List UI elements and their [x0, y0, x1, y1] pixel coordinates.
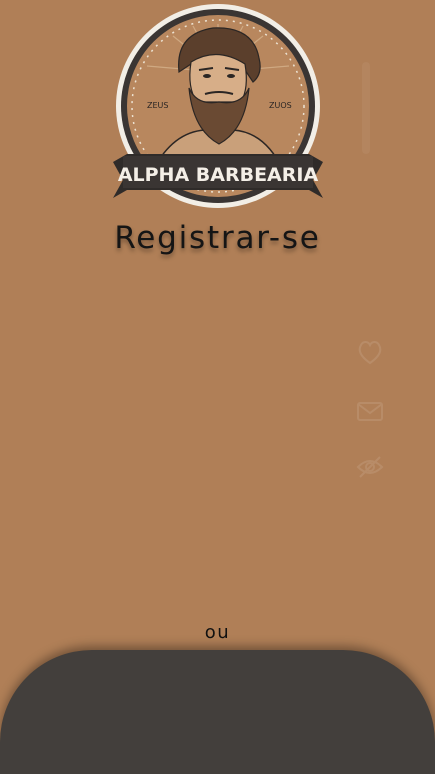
- eye-off-icon: [355, 452, 385, 482]
- alpha-barbearia-logo: ZEUS ZUOS ALPHA BARBEARIA: [113, 2, 323, 214]
- or-separator: ou: [204, 622, 231, 643]
- page-title: Registrar-se: [114, 220, 321, 256]
- svg-text:ZEUS: ZEUS: [147, 101, 168, 110]
- bottom-panel: [0, 650, 435, 774]
- decorative-bar: [362, 62, 370, 154]
- register-screen: ZEUS ZUOS ALPHA BARBEARIA Registrar-se o…: [0, 0, 435, 774]
- svg-text:ZUOS: ZUOS: [269, 101, 292, 110]
- user-icon: [355, 336, 385, 366]
- svg-text:ALPHA BARBEARIA: ALPHA BARBEARIA: [118, 164, 319, 186]
- mail-icon: [355, 396, 385, 426]
